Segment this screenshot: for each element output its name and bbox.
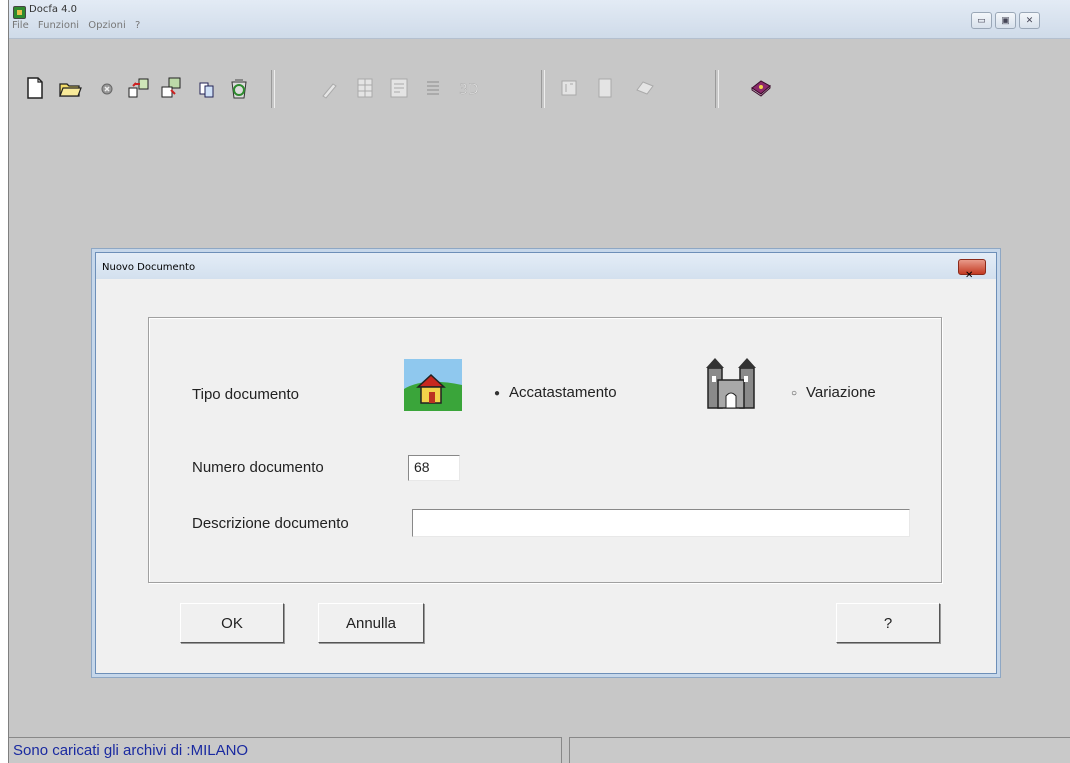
radio-accatastamento-label: Accatastamento (509, 384, 617, 401)
dialog-close-button[interactable]: ✕ (958, 259, 986, 281)
radio-accatastamento[interactable]: ● Accatastamento (494, 384, 617, 401)
menu-bar: File Funzioni Opzioni ? (12, 20, 146, 31)
new-document-dialog: Nuovo Documento ✕ Tipo documento ● Accata… (95, 252, 997, 674)
grid-icon[interactable] (353, 76, 377, 100)
brush-icon[interactable] (319, 76, 343, 100)
open-folder-icon[interactable] (58, 76, 82, 100)
numero-documento-input[interactable]: 68 (408, 455, 460, 481)
stop-icon[interactable] (95, 76, 119, 100)
main-window: Docfa 4.0 File Funzioni Opzioni ? ▭ ▣ ✕ (8, 0, 1070, 763)
minimize-icon: ▭ (977, 15, 986, 25)
app-icon (13, 6, 26, 19)
close-icon: ✕ (965, 270, 974, 281)
page-icon[interactable] (557, 76, 581, 100)
maximize-button[interactable]: ▣ (995, 12, 1016, 29)
copy-icon[interactable] (195, 76, 219, 100)
minimize-button[interactable]: ▭ (971, 12, 992, 29)
descrizione-documento-input[interactable] (412, 509, 910, 537)
radio-selected-icon: ● (494, 388, 501, 399)
new-document-icon[interactable] (23, 76, 47, 100)
title-bar: Docfa 4.0 File Funzioni Opzioni ? ▭ ▣ ✕ (9, 0, 1070, 39)
descrizione-documento-label: Descrizione documento (192, 515, 349, 532)
menu-help[interactable]: ? (135, 20, 140, 31)
castle-icon (700, 356, 762, 410)
sheet-icon[interactable] (593, 76, 617, 100)
dialog-title-bar: Nuovo Documento ✕ (96, 253, 996, 281)
svg-text:3D: 3D (459, 82, 479, 98)
export-icon[interactable] (127, 76, 151, 100)
menu-file[interactable]: File (12, 20, 29, 31)
help-button[interactable]: ? (836, 603, 940, 643)
status-bar-right (569, 737, 1070, 763)
document-group-box (148, 317, 942, 583)
radio-variazione-label: Variazione (806, 384, 876, 401)
status-bar-main: Sono caricati gli archivi di :MILANO (9, 737, 562, 763)
menu-opzioni[interactable]: Opzioni (88, 20, 125, 31)
toolbar-separator (715, 70, 719, 108)
menu-funzioni[interactable]: Funzioni (38, 20, 79, 31)
close-button[interactable]: ✕ (1019, 12, 1040, 29)
app-title: Docfa 4.0 (29, 4, 78, 15)
list-icon[interactable] (421, 76, 445, 100)
status-message: Sono caricati gli archivi di :MILANO (13, 742, 249, 759)
close-icon: ✕ (1025, 15, 1034, 25)
print-icon[interactable] (633, 76, 657, 100)
house-icon (404, 359, 462, 411)
help-book-icon[interactable] (749, 76, 773, 100)
toolbar: 3D (9, 62, 1070, 120)
ok-button[interactable]: OK (180, 603, 284, 643)
tipo-documento-label: Tipo documento (192, 386, 300, 403)
radio-variazione[interactable]: ○ Variazione (791, 384, 876, 401)
maximize-icon: ▣ (1001, 15, 1010, 25)
form-icon[interactable] (387, 76, 411, 100)
radio-unselected-icon: ○ (791, 388, 798, 399)
annulla-button[interactable]: Annulla (318, 603, 424, 643)
toolbar-separator (541, 70, 545, 108)
numero-documento-label: Numero documento (192, 459, 324, 476)
recycle-icon[interactable] (227, 76, 251, 100)
dialog-title: Nuovo Documento (102, 262, 196, 273)
toolbar-separator (271, 70, 275, 108)
3d-icon[interactable]: 3D (455, 76, 479, 100)
import-icon[interactable] (159, 76, 183, 100)
